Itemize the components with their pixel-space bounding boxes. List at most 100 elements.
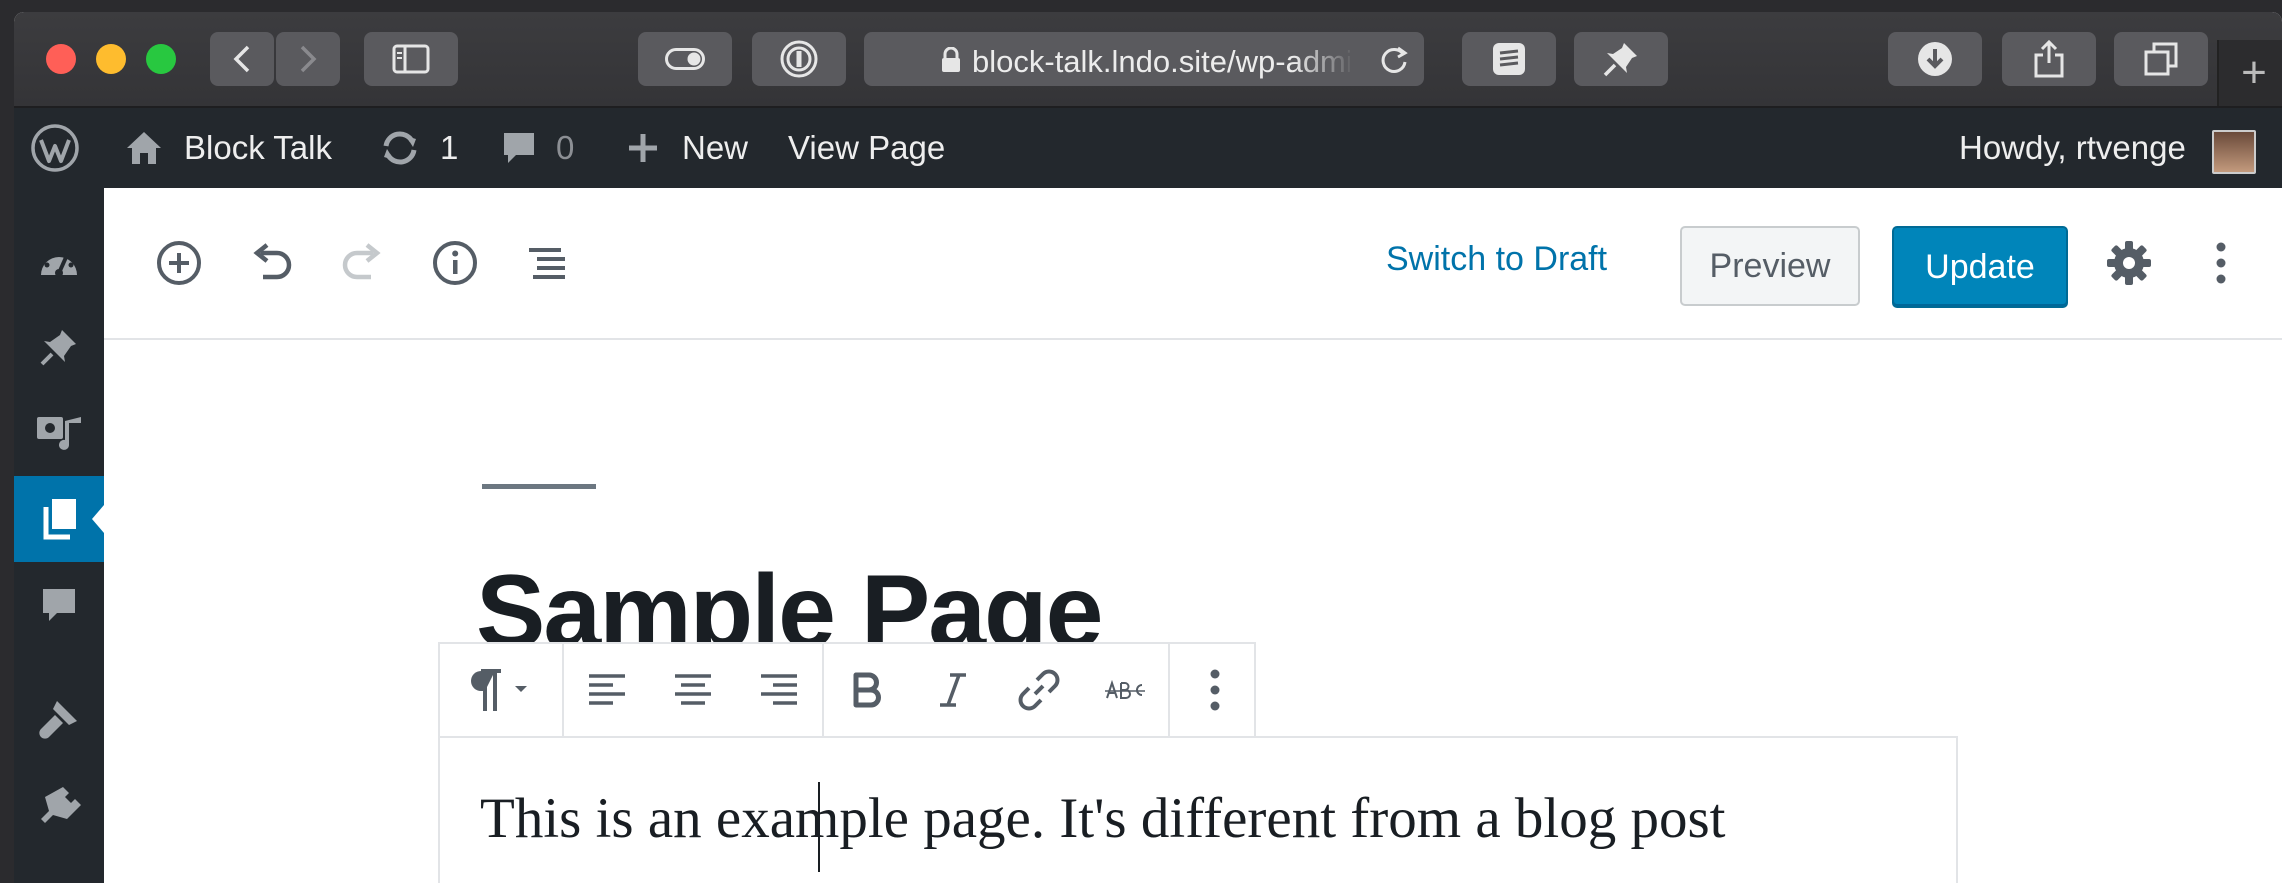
active-menu-arrow: [92, 505, 104, 533]
more-vertical-icon: [2216, 242, 2226, 284]
forward-button[interactable]: [276, 32, 340, 86]
title-separator: [482, 484, 596, 489]
download-icon: [1918, 42, 1952, 76]
avatar[interactable]: [2212, 130, 2256, 174]
comments-count: 0: [556, 129, 575, 166]
updates-menu[interactable]: 1: [378, 108, 458, 188]
address-bar[interactable]: block-talk.lndo.site/wp-admin: [864, 32, 1424, 86]
my-account-menu[interactable]: Howdy, rtvenge: [1959, 108, 2186, 188]
menu-item-appearance[interactable]: [14, 676, 104, 762]
wp-logo-menu[interactable]: [30, 108, 80, 188]
menu-item-comments[interactable]: [14, 562, 104, 648]
update-button[interactable]: Update: [1892, 226, 2068, 308]
italic-button[interactable]: [910, 644, 996, 736]
comments-menu[interactable]: 0: [500, 108, 574, 188]
browser-window: block-talk.lndo.site/wp-admin + Block Ta…: [14, 12, 2282, 883]
comments-icon: [504, 133, 534, 163]
menu-item-posts[interactable]: [14, 304, 104, 390]
undo-button[interactable]: [246, 238, 296, 288]
share-icon: [2034, 39, 2064, 78]
admin-menu: [14, 188, 104, 883]
more-vertical-icon: [1210, 669, 1220, 711]
reload-icon[interactable]: [1378, 44, 1410, 76]
back-button[interactable]: [210, 32, 274, 86]
pin-icon: [1603, 43, 1637, 77]
strikethrough-button[interactable]: [1082, 644, 1168, 736]
lock-icon: [942, 47, 960, 72]
bold-button[interactable]: [824, 644, 910, 736]
gear-icon: [2107, 241, 2151, 285]
align-left-button[interactable]: [564, 644, 650, 736]
howdy-label: Howdy, rtvenge: [1959, 129, 2186, 166]
menu-item-dashboard[interactable]: [14, 218, 104, 304]
tabs-icon: [2144, 42, 2178, 76]
new-label: New: [682, 129, 749, 166]
pin-icon: [40, 330, 76, 366]
redo-button[interactable]: [338, 238, 388, 288]
alignment-group: [564, 644, 824, 736]
home-icon: [127, 132, 161, 164]
password-manager-button[interactable]: [752, 32, 846, 86]
sidebar-toggle-button[interactable]: [364, 32, 458, 86]
paragraph-block[interactable]: This is an example page. It's different …: [438, 736, 1958, 883]
block-switcher-button[interactable]: [440, 644, 562, 736]
extension-toggle-button[interactable]: [638, 32, 732, 86]
page-title[interactable]: Sample Page: [476, 550, 1101, 650]
add-block-icon: [157, 241, 201, 285]
sidebar-icon: [392, 44, 430, 74]
password-icon: [780, 40, 818, 78]
info-icon: [433, 241, 477, 285]
content-structure-button[interactable]: [430, 238, 480, 288]
browser-toolbar: block-talk.lndo.site/wp-admin +: [14, 12, 2282, 108]
back-icon: [233, 45, 250, 73]
preview-button[interactable]: Preview: [1680, 226, 1860, 306]
downloads-button[interactable]: [1888, 32, 1982, 86]
close-window-button[interactable]: [46, 44, 76, 74]
menu-item-plugins[interactable]: [14, 762, 104, 848]
block-toolbar: [438, 642, 1256, 738]
pin-extension-button[interactable]: [1574, 32, 1668, 86]
wordpress-logo-icon: [31, 124, 79, 172]
link-button[interactable]: [996, 644, 1082, 736]
zoom-window-button[interactable]: [146, 44, 176, 74]
more-menu-button[interactable]: [2196, 238, 2246, 288]
align-right-button[interactable]: [736, 644, 822, 736]
new-content-menu[interactable]: New: [626, 108, 748, 188]
italic-icon: [940, 673, 966, 707]
strikethrough-icon: [1105, 680, 1145, 699]
undo-icon: [253, 243, 292, 280]
more-options-button[interactable]: [1170, 644, 1260, 736]
new-tab-button[interactable]: +: [2217, 40, 2282, 106]
minimize-window-button[interactable]: [96, 44, 126, 74]
redo-icon: [342, 243, 381, 280]
paragraph-icon: [471, 669, 527, 711]
updates-count: 1: [440, 129, 459, 166]
menu-item-pages[interactable]: [14, 476, 104, 562]
align-left-icon: [589, 674, 625, 705]
layers-icon: [1493, 43, 1525, 75]
add-block-button[interactable]: [154, 238, 204, 288]
plugin-icon: [41, 787, 81, 823]
plus-icon: +: [2241, 48, 2267, 97]
paragraph-text[interactable]: This is an example page. It's different …: [480, 786, 1725, 851]
settings-button[interactable]: [2104, 238, 2154, 288]
align-center-button[interactable]: [650, 644, 736, 736]
menu-item-media[interactable]: [14, 390, 104, 476]
media-icon: [37, 417, 81, 450]
view-page-link[interactable]: View Page: [788, 108, 945, 188]
switch-to-draft-button[interactable]: Switch to Draft: [1386, 240, 1607, 279]
wp-admin-bar: Block Talk 1 0 New View Page Howdy, rtve…: [14, 108, 2282, 188]
share-button[interactable]: [2002, 32, 2096, 86]
site-name-menu[interactable]: Block Talk: [124, 108, 332, 188]
forward-icon: [300, 45, 317, 73]
layers-extension-button[interactable]: [1462, 32, 1556, 86]
block-navigation-button[interactable]: [522, 238, 572, 288]
align-right-icon: [761, 674, 797, 705]
link-icon: [1018, 669, 1060, 711]
bold-icon: [853, 672, 881, 708]
comments-icon: [43, 589, 75, 621]
updates-icon: [383, 131, 417, 165]
align-center-icon: [675, 674, 711, 705]
show-tabs-button[interactable]: [2114, 32, 2208, 86]
brush-icon: [39, 701, 77, 739]
